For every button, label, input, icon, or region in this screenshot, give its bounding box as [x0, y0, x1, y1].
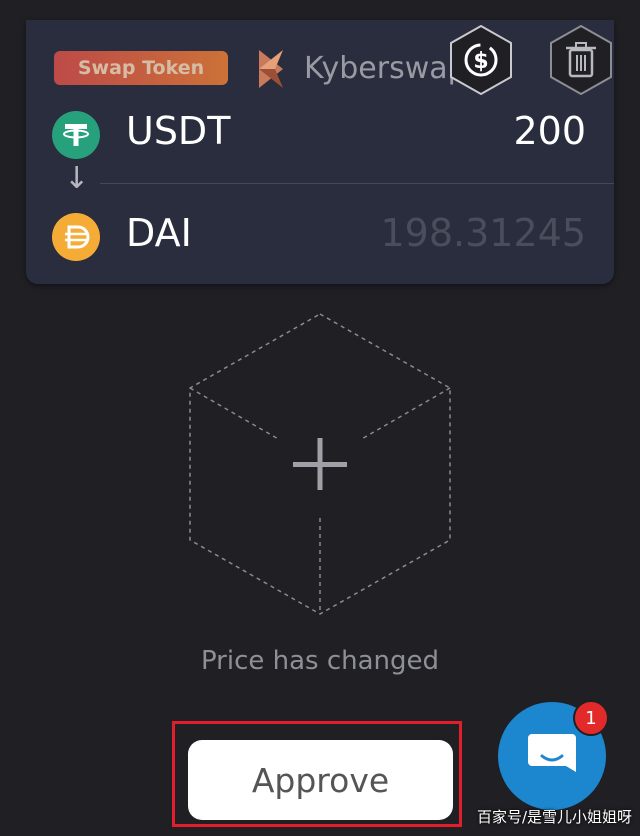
approve-button[interactable]: Approve [188, 740, 453, 820]
chat-icon [528, 734, 576, 772]
swap-token-badge: Swap Token [54, 51, 228, 85]
to-token-row[interactable]: DAI 198.31245 [26, 193, 614, 283]
from-token-amount: 200 [513, 109, 586, 153]
delete-action-button[interactable] [548, 24, 614, 96]
notification-badge: 1 [573, 700, 609, 736]
dai-icon [52, 213, 100, 261]
swap-dollar-icon: $ [450, 24, 512, 96]
svg-text:$: $ [473, 49, 488, 74]
watermark-text: 百家号/是雪儿小姐姐呀 [476, 808, 632, 826]
token-divider [100, 183, 614, 184]
kyberswap-logo-icon [253, 48, 289, 90]
trash-icon [550, 24, 612, 96]
swap-action-button[interactable]: $ [448, 24, 514, 96]
add-block-placeholder[interactable] [186, 312, 454, 616]
to-token-amount: 198.31245 [380, 211, 587, 255]
arrow-down-icon: ↓ [64, 161, 90, 196]
provider-name: Kyberswap [304, 51, 467, 86]
to-token-symbol: DAI [126, 211, 192, 255]
from-token-row[interactable]: USDT 200 [26, 91, 614, 181]
plus-icon [293, 438, 347, 490]
tether-icon [52, 111, 100, 159]
price-changed-message: Price has changed [200, 646, 440, 676]
from-token-symbol: USDT [126, 109, 231, 153]
